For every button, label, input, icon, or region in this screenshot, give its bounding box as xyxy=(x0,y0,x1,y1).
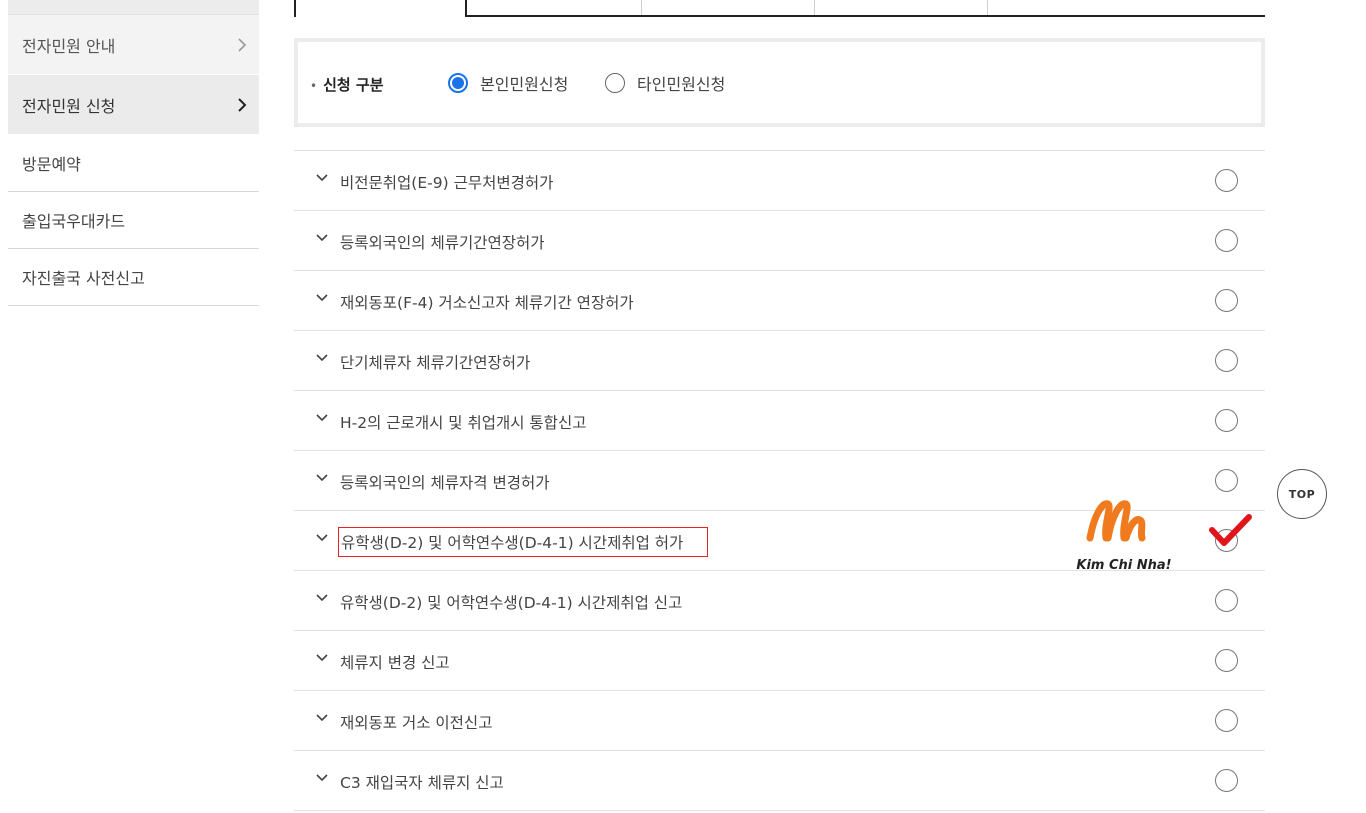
petition-title[interactable]: 비전문취업(E-9) 근무처변경허가 xyxy=(340,171,553,193)
petition-select-radio[interactable] xyxy=(1215,229,1238,252)
watermark-logo: Kim Chi Nha! xyxy=(1068,494,1180,578)
radio-selected-icon[interactable] xyxy=(448,73,468,93)
sidebar: 전자민원 안내 전자민원 신청 방문예약 출입국우대카드 자진출국 사전신고 xyxy=(8,0,259,306)
petition-title[interactable]: 재외동포(F-4) 거소신고자 체류기간 연장허가 xyxy=(340,291,634,313)
chevron-down-icon[interactable] xyxy=(316,414,328,422)
petition-title[interactable]: 등록외국인의 체류기간연장허가 xyxy=(340,231,545,253)
petition-select-radio[interactable] xyxy=(1215,589,1238,612)
petition-title[interactable]: 등록외국인의 체류자격 변경허가 xyxy=(340,471,550,493)
petition-row[interactable]: 비전문취업(E-9) 근무처변경허가 xyxy=(294,151,1265,211)
check-mark-icon xyxy=(1209,514,1252,546)
sidebar-item-visit-reservation[interactable]: 방문예약 xyxy=(8,135,259,192)
petition-title[interactable]: 유학생(D-2) 및 어학연수생(D-4-1) 시간제취업 허가 xyxy=(338,527,709,557)
radio-other-petition[interactable]: 타인민원신청 xyxy=(605,71,725,95)
chevron-down-icon[interactable] xyxy=(316,714,328,722)
petition-title[interactable]: 재외동포 거소 이전신고 xyxy=(340,711,492,733)
chevron-down-icon[interactable] xyxy=(316,174,328,182)
petition-row[interactable]: 단기체류자 체류기간연장허가 xyxy=(294,331,1265,391)
petition-title[interactable]: 체류지 변경 신고 xyxy=(340,651,450,673)
petition-row[interactable]: 재외동포(F-4) 거소신고자 체류기간 연장허가 xyxy=(294,271,1265,331)
petition-row[interactable]: H-2의 근로개시 및 취업개시 통합신고 xyxy=(294,391,1265,451)
petition-title[interactable]: C3 재입국자 체류지 신고 xyxy=(340,771,504,793)
logo-mark-icon xyxy=(1086,500,1146,542)
sidebar-item-label: 출입국우대카드 xyxy=(22,212,126,231)
petition-row[interactable]: 등록외국인의 체류기간연장허가 xyxy=(294,211,1265,271)
chevron-right-icon xyxy=(238,37,247,52)
sidebar-item-e-petition-apply[interactable]: 전자민원 신청 xyxy=(8,75,259,135)
tab-3[interactable] xyxy=(642,0,815,15)
radio-unselected-icon[interactable] xyxy=(605,73,625,93)
petition-select-radio[interactable] xyxy=(1215,349,1238,372)
bullet-icon: • xyxy=(310,79,318,93)
chevron-down-icon[interactable] xyxy=(316,654,328,662)
petition-select-radio[interactable] xyxy=(1215,169,1238,192)
petition-row[interactable]: 체류지 변경 신고 xyxy=(294,631,1265,691)
chevron-down-icon[interactable] xyxy=(316,534,328,542)
scroll-to-top-button[interactable]: TOP xyxy=(1277,469,1327,519)
petition-row[interactable]: 유학생(D-2) 및 어학연수생(D-4-1) 시간제취업 신고 xyxy=(294,571,1265,631)
petition-title[interactable]: 유학생(D-2) 및 어학연수생(D-4-1) 시간제취업 신고 xyxy=(340,591,682,613)
radio-label: 타인민원신청 xyxy=(637,75,726,94)
watermark-text: Kim Chi Nha! xyxy=(1076,558,1172,573)
petition-title[interactable]: 단기체류자 체류기간연장허가 xyxy=(340,351,530,373)
petition-title[interactable]: H-2의 근로개시 및 취업개시 통합신고 xyxy=(340,411,586,433)
sidebar-parent-item[interactable] xyxy=(8,0,259,15)
application-type-label: • 신청 구분 xyxy=(310,76,384,94)
sidebar-item-label: 전자민원 신청 xyxy=(22,96,116,116)
sidebar-item-label: 전자민원 안내 xyxy=(22,36,116,56)
petition-select-radio[interactable] xyxy=(1215,709,1238,732)
petition-select-radio[interactable] xyxy=(1215,289,1238,312)
chevron-down-icon[interactable] xyxy=(316,594,328,602)
tab-active[interactable] xyxy=(294,0,467,17)
tab-2[interactable] xyxy=(467,0,642,15)
petition-row[interactable]: C3 재입국자 체류지 신고 xyxy=(294,751,1265,811)
tab-bar xyxy=(294,0,1265,17)
chevron-down-icon[interactable] xyxy=(316,354,328,362)
petition-select-radio[interactable] xyxy=(1215,409,1238,432)
chevron-down-icon[interactable] xyxy=(316,774,328,782)
sidebar-item-label: 방문예약 xyxy=(22,155,81,174)
chevron-down-icon[interactable] xyxy=(316,234,328,242)
radio-label: 본인민원신청 xyxy=(480,75,569,94)
sidebar-item-e-petition-guide[interactable]: 전자민원 안내 xyxy=(8,15,259,75)
petition-select-radio[interactable] xyxy=(1215,769,1238,792)
sidebar-item-label: 자진출국 사전신고 xyxy=(22,269,145,288)
radio-self-petition[interactable]: 본인민원신청 xyxy=(448,71,568,95)
chevron-right-icon xyxy=(238,97,247,112)
sidebar-item-voluntary-departure[interactable]: 자진출국 사전신고 xyxy=(8,249,259,306)
chevron-down-icon[interactable] xyxy=(316,474,328,482)
top-button-label: TOP xyxy=(1288,487,1316,501)
petition-row[interactable]: 재외동포 거소 이전신고 xyxy=(294,691,1265,751)
application-type-box: • 신청 구분 본인민원신청 타인민원신청 xyxy=(294,38,1265,127)
chevron-down-icon[interactable] xyxy=(316,294,328,302)
tab-4[interactable] xyxy=(815,0,988,15)
petition-select-radio[interactable] xyxy=(1215,649,1238,672)
petition-list: 비전문취업(E-9) 근무처변경허가등록외국인의 체류기간연장허가재외동포(F-… xyxy=(294,150,1265,811)
sidebar-item-preferred-card[interactable]: 출입국우대카드 xyxy=(8,192,259,249)
petition-select-radio[interactable] xyxy=(1215,469,1238,492)
